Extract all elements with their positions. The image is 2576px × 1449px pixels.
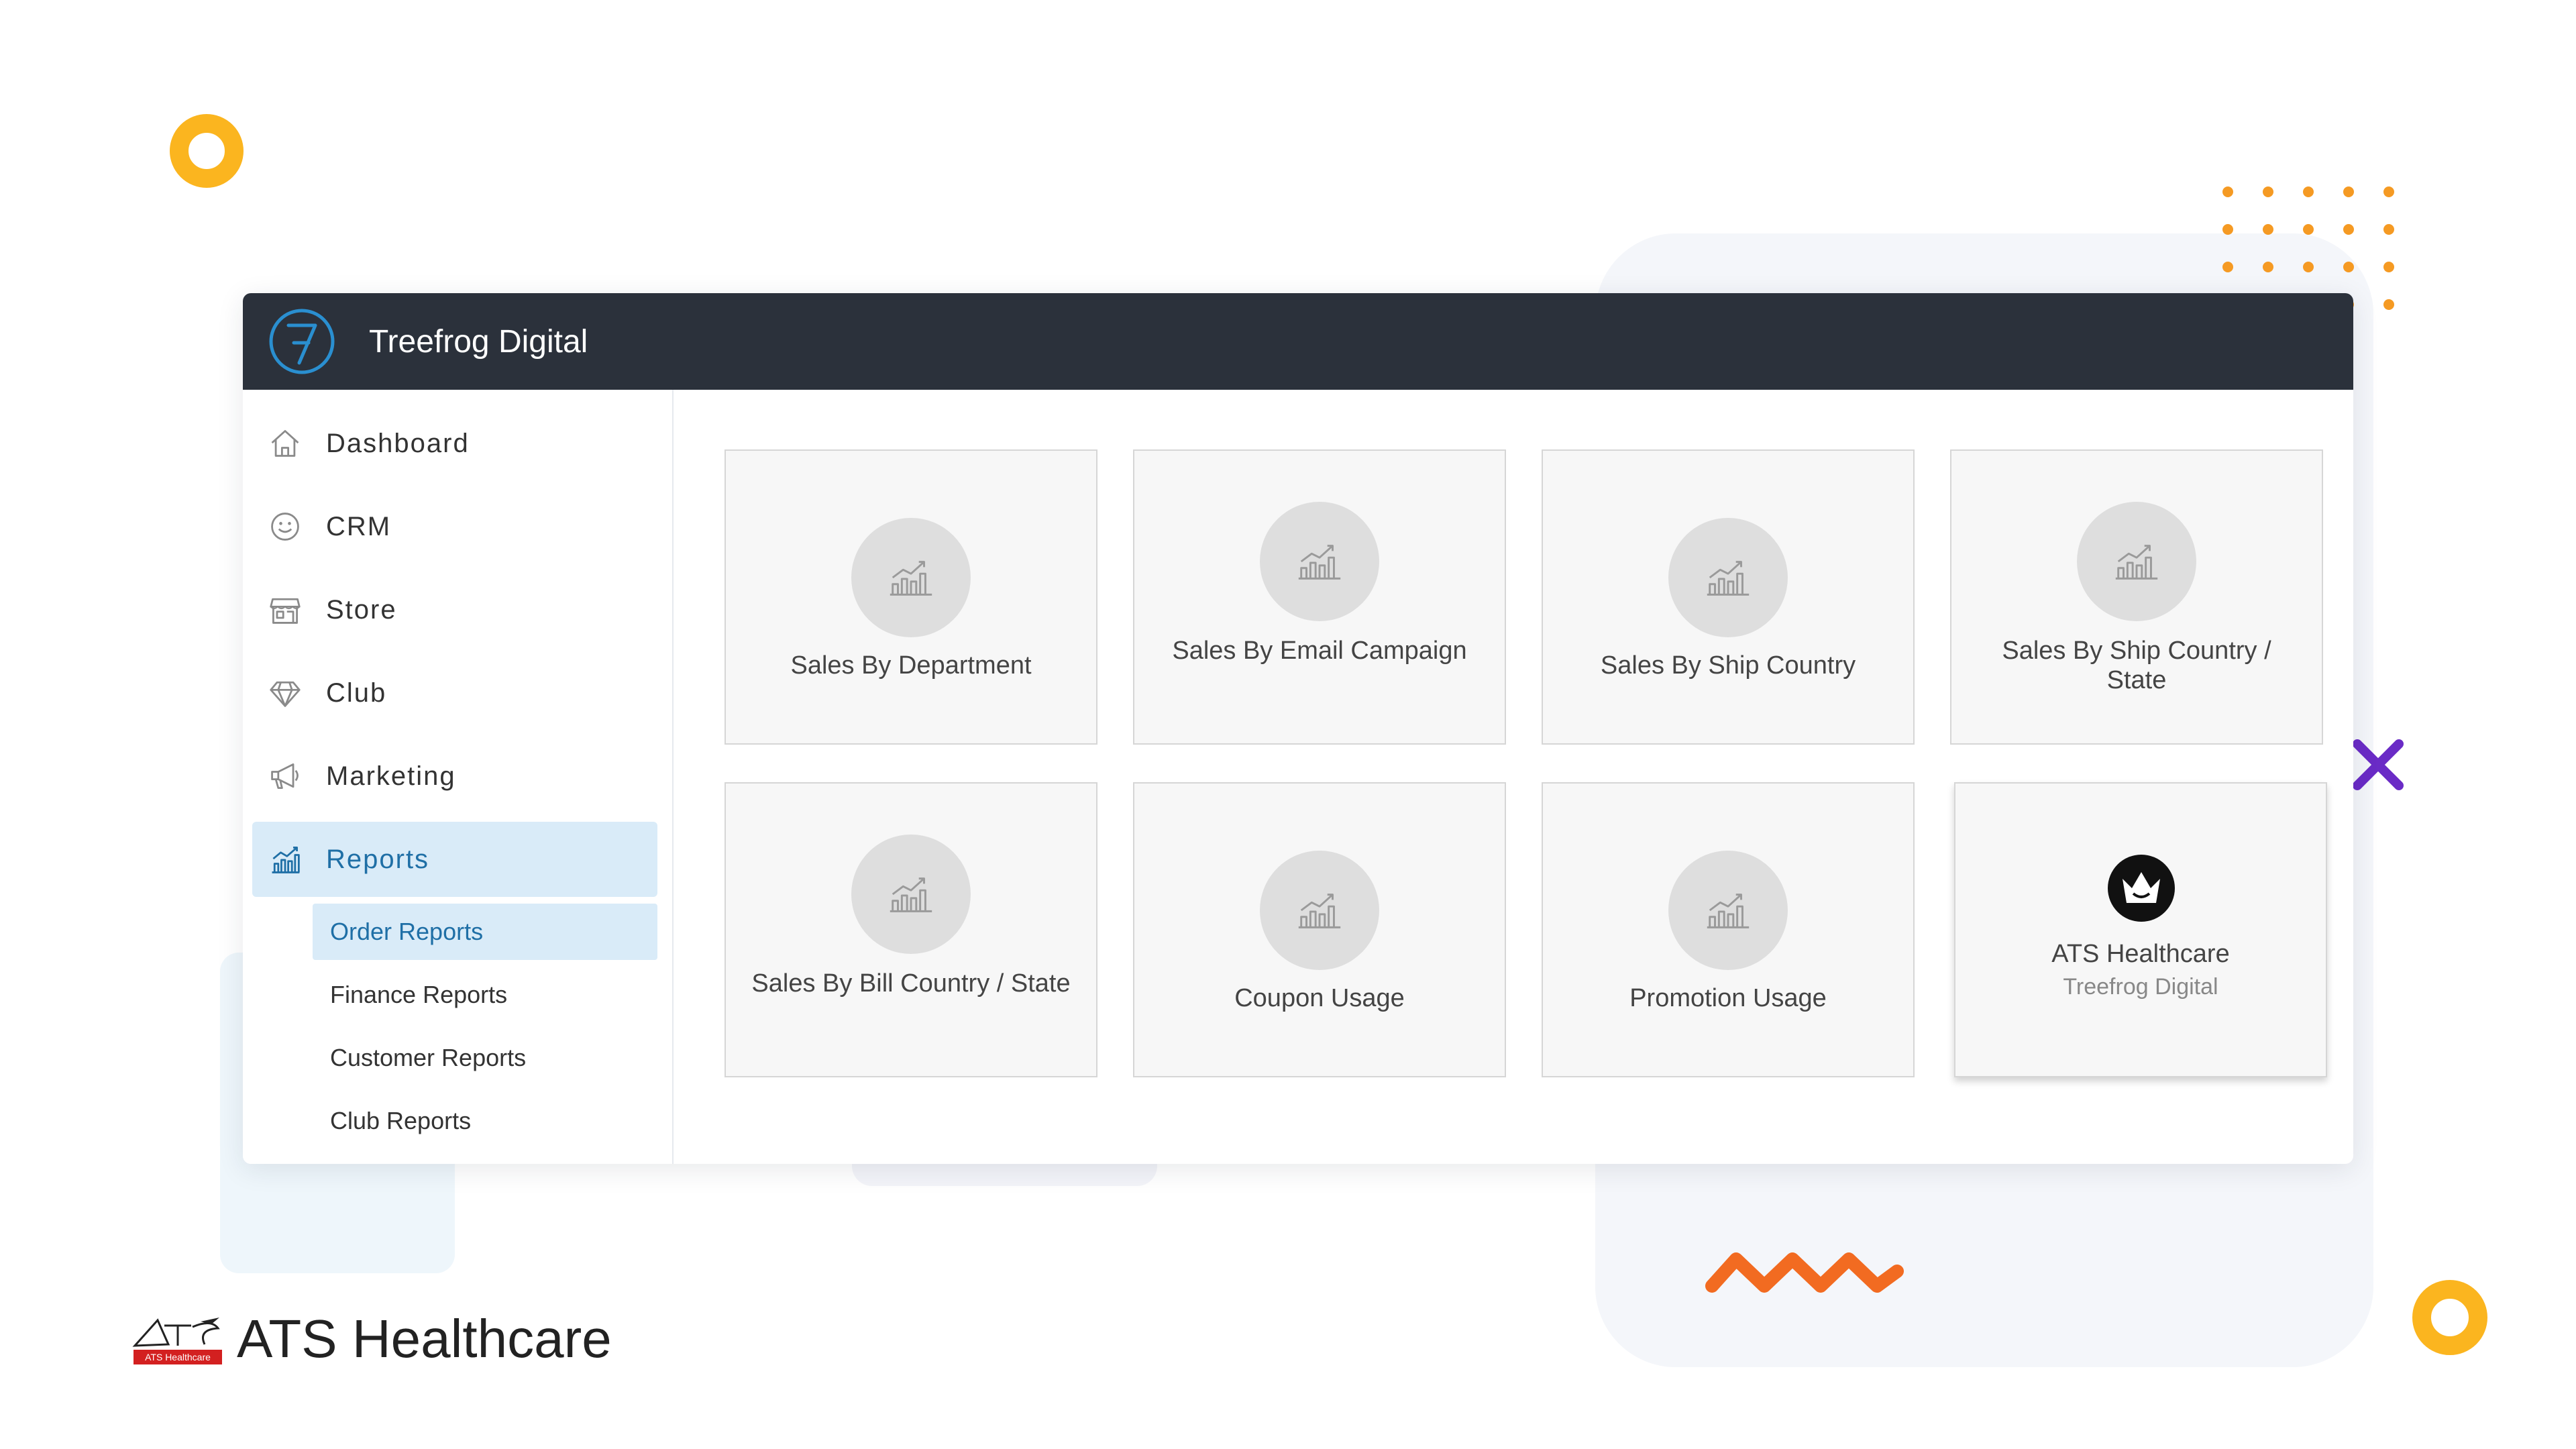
sidebar-item-label: Reports [326, 844, 430, 874]
chart-growth-icon [2077, 502, 2196, 621]
sidebar-item-label: Marketing [326, 761, 456, 791]
sidebar-subitem-label: Order Reports [330, 918, 484, 945]
report-card-label: Sales By Bill Country / State [751, 969, 1071, 998]
report-card-sales-by-department[interactable]: Sales By Department [724, 449, 1097, 745]
brand-footer: ATS Healthcare ATS Healthcare [131, 1308, 612, 1370]
sidebar-subitem-order-reports[interactable]: Order Reports [313, 904, 657, 960]
account-card-name: ATS Healthcare [2051, 940, 2230, 968]
report-card-label: Sales By Department [790, 651, 1032, 680]
account-card-ats-healthcare[interactable]: ATS Healthcare Treefrog Digital [1954, 782, 2327, 1077]
sidebar-item-marketing[interactable]: Marketing [252, 739, 657, 814]
sidebar-subitem-label: Finance Reports [330, 981, 508, 1008]
sidebar-item-label: Dashboard [326, 428, 470, 458]
diamond-icon [267, 675, 303, 711]
chart-growth-icon [851, 518, 971, 637]
ats-logo-text: ATS Healthcare [145, 1352, 211, 1362]
smiley-icon [267, 508, 303, 545]
sidebar-subitem-customer-reports[interactable]: Customer Reports [313, 1030, 657, 1086]
sidebar-item-store[interactable]: Store [252, 572, 657, 647]
report-card-sales-by-email-campaign[interactable]: Sales By Email Campaign [1133, 449, 1506, 745]
report-card-label: Sales By Ship Country [1600, 651, 1856, 680]
home-icon [267, 425, 303, 462]
sidebar-subitem-label: Club Reports [330, 1107, 472, 1134]
chart-growth-icon [851, 835, 971, 954]
decorative-ring-bottom-right [2412, 1280, 2487, 1355]
storefront-icon [267, 592, 303, 628]
decorative-zigzag [1705, 1252, 1904, 1293]
chart-growth-icon [1668, 851, 1788, 970]
chart-growth-icon [1260, 851, 1379, 970]
brand-name: ATS Healthcare [237, 1309, 612, 1368]
sidebar-item-label: CRM [326, 511, 392, 541]
report-card-label: Promotion Usage [1629, 984, 1827, 1012]
sidebar-item-dashboard[interactable]: Dashboard [252, 406, 657, 481]
report-card-coupon-usage[interactable]: Coupon Usage [1133, 782, 1506, 1077]
sidebar-subitem-club-reports[interactable]: Club Reports [313, 1093, 657, 1149]
sidebar-subitem-finance-reports[interactable]: Finance Reports [313, 967, 657, 1023]
report-card-sales-by-bill-country-state[interactable]: Sales By Bill Country / State [724, 782, 1097, 1077]
sidebar-item-club[interactable]: Club [252, 655, 657, 731]
app-title: Treefrog Digital [369, 323, 588, 360]
report-card-sales-by-ship-country-state[interactable]: Sales By Ship Country / State [1950, 449, 2323, 745]
bar-chart-icon [267, 841, 303, 877]
chart-growth-icon [1668, 518, 1788, 637]
report-card-label: Sales By Ship Country / State [2002, 637, 2271, 694]
sidebar: Dashboard CRM Store Club Marketing Repor… [243, 390, 674, 1164]
sidebar-item-crm[interactable]: CRM [252, 489, 657, 564]
chart-growth-icon [1260, 502, 1379, 621]
app-window: Treefrog Digital Dashboard CRM Store Clu… [243, 293, 2353, 1164]
sidebar-item-label: Store [326, 594, 397, 625]
account-card-sub: Treefrog Digital [2063, 974, 2218, 1000]
report-card-label: Coupon Usage [1234, 984, 1405, 1012]
report-card-label: Sales By Email Campaign [1172, 637, 1467, 665]
report-card-sales-by-ship-country[interactable]: Sales By Ship Country [1542, 449, 1915, 745]
sidebar-item-label: Club [326, 678, 387, 708]
megaphone-icon [267, 758, 303, 794]
ats-healthcare-logo: ATS Healthcare [132, 1318, 222, 1364]
crown-badge-icon [2108, 855, 2175, 922]
treefrog-7-logo-icon[interactable] [267, 307, 337, 376]
decorative-ring-top-left [170, 114, 244, 188]
sidebar-item-reports[interactable]: Reports [252, 822, 657, 897]
title-bar: Treefrog Digital [243, 293, 2353, 390]
sidebar-subitem-label: Customer Reports [330, 1044, 527, 1071]
decorative-x-icon [2353, 739, 2404, 790]
report-card-promotion-usage[interactable]: Promotion Usage [1542, 782, 1915, 1077]
